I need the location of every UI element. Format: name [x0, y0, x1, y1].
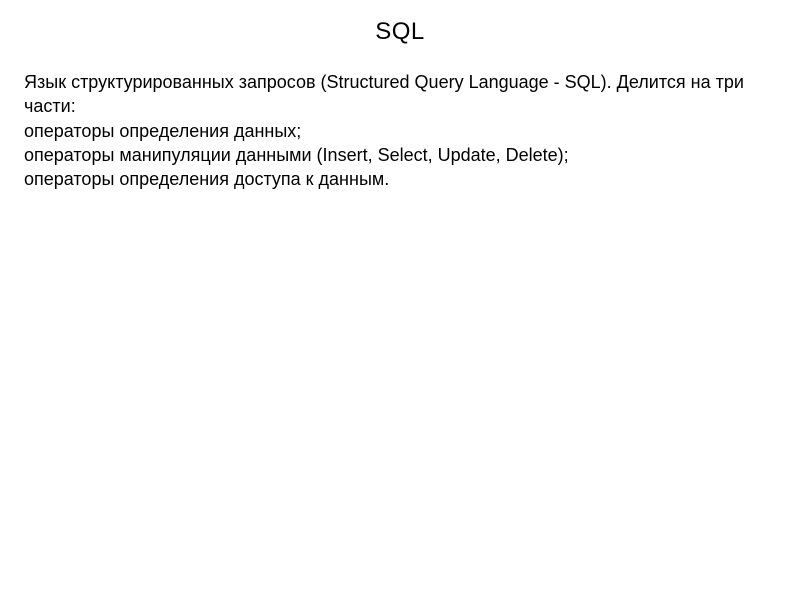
slide: SQL Язык структурированных запросов (Str… [0, 0, 800, 600]
list-item: операторы определения данных; [24, 119, 776, 143]
slide-body: Язык структурированных запросов (Structu… [24, 70, 776, 191]
list-item: операторы определения доступа к данным. [24, 167, 776, 191]
intro-text: Язык структурированных запросов (Structu… [24, 70, 776, 119]
list-item: операторы манипуляции данными (Insert, S… [24, 143, 776, 167]
slide-title: SQL [24, 18, 776, 46]
